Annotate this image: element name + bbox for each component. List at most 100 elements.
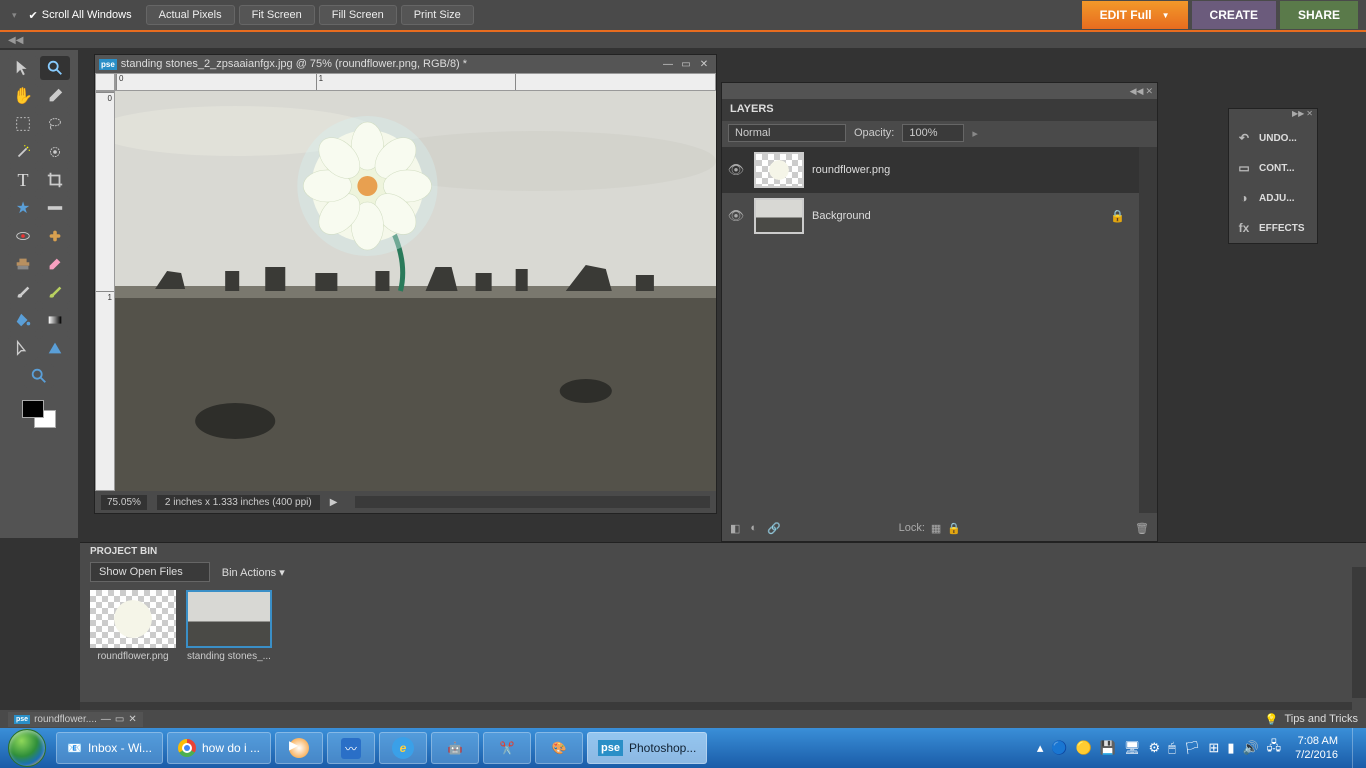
content-tab[interactable]: ▭CONT... bbox=[1229, 153, 1317, 183]
layer-row[interactable]: 👁 Background 🔒 bbox=[722, 193, 1139, 239]
ruler-origin[interactable] bbox=[95, 73, 115, 91]
start-button[interactable] bbox=[0, 728, 54, 768]
canvas[interactable] bbox=[115, 91, 716, 491]
create-button[interactable]: CREATE bbox=[1192, 1, 1276, 29]
visibility-icon[interactable]: 👁 bbox=[726, 162, 746, 178]
visibility-icon[interactable]: 👁 bbox=[726, 208, 746, 224]
smart-brush-tool[interactable] bbox=[40, 280, 70, 304]
taskbar-item-chrome[interactable]: how do i ... bbox=[167, 732, 271, 764]
close-icon[interactable]: ✕ bbox=[696, 57, 712, 71]
lock-transparent-icon[interactable]: ▦ bbox=[931, 522, 941, 535]
share-button[interactable]: SHARE bbox=[1280, 1, 1358, 29]
lasso-tool[interactable] bbox=[40, 112, 70, 136]
shape-select-tool[interactable] bbox=[8, 336, 38, 360]
taskbar-item-app2[interactable]: 🤖 bbox=[431, 732, 479, 764]
eraser-tool[interactable] bbox=[40, 252, 70, 276]
minimized-doc-tab[interactable]: pseroundflower.... — ▭ ✕ bbox=[8, 712, 143, 727]
taskbar-item-snip[interactable]: ✂️ bbox=[483, 732, 531, 764]
taskbar-item-photoshop[interactable]: psePhotoshop... bbox=[587, 732, 707, 764]
bin-vertical-scrollbar[interactable] bbox=[1352, 567, 1366, 698]
edit-full-button[interactable]: EDIT Full▼ bbox=[1082, 1, 1188, 29]
shape-tool[interactable] bbox=[40, 336, 70, 360]
options-menu-arrow[interactable]: ▾ bbox=[8, 10, 21, 21]
show-desktop-button[interactable] bbox=[1352, 728, 1366, 768]
undo-history-tab[interactable]: ↶UNDO... bbox=[1229, 123, 1317, 153]
healing-brush-tool[interactable] bbox=[40, 224, 70, 248]
opacity-menu-icon[interactable]: ▸ bbox=[972, 127, 978, 140]
opacity-field[interactable]: 100% bbox=[902, 124, 964, 142]
taskbar-item-outlook[interactable]: 📧Inbox - Wi... bbox=[56, 732, 163, 764]
resize-handle-icon[interactable] bbox=[1145, 529, 1157, 541]
taskbar-item-app1[interactable]: 〰 bbox=[327, 732, 375, 764]
close-icon[interactable]: ✕ bbox=[128, 714, 136, 725]
bin-thumbnail[interactable]: standing stones_... bbox=[186, 590, 272, 662]
actual-pixels-button[interactable]: Actual Pixels bbox=[146, 5, 235, 25]
restore-icon[interactable]: ▭ bbox=[115, 714, 124, 725]
quick-selection-tool[interactable] bbox=[40, 140, 70, 164]
layers-scrollbar[interactable] bbox=[1139, 147, 1157, 513]
gradient-tool[interactable] bbox=[40, 308, 70, 332]
hand-tool[interactable]: ✋ bbox=[8, 84, 38, 108]
tray-icon[interactable]: 🟡 bbox=[1076, 740, 1092, 756]
panel-expand-icon[interactable]: ▶▶ bbox=[1292, 109, 1304, 123]
tray-flag-icon[interactable]: 🏳 bbox=[1184, 740, 1201, 756]
layer-name[interactable]: Background bbox=[812, 210, 1102, 222]
tray-volume-icon[interactable]: 🔊 bbox=[1242, 740, 1258, 756]
panel-close-icon[interactable]: ✕ bbox=[1306, 109, 1313, 123]
tray-icon[interactable]: 🖥 bbox=[1124, 740, 1141, 756]
doc-info[interactable]: 2 inches x 1.333 inches (400 ppi) bbox=[157, 495, 320, 510]
clone-stamp-tool[interactable] bbox=[8, 252, 38, 276]
scroll-all-checkbox[interactable]: ✔ Scroll All Windows bbox=[25, 9, 142, 22]
move-tool[interactable] bbox=[8, 56, 38, 80]
layer-thumbnail[interactable] bbox=[754, 152, 804, 188]
tray-network-icon[interactable]: 🖧 bbox=[1267, 737, 1282, 759]
straighten-tool[interactable] bbox=[40, 196, 70, 220]
foreground-color[interactable] bbox=[22, 400, 44, 418]
min-icon[interactable]: — bbox=[101, 714, 111, 725]
document-titlebar[interactable]: pse standing stones_2_zpsaaianfgx.jpg @ … bbox=[95, 55, 716, 73]
color-picker[interactable] bbox=[22, 400, 56, 428]
vertical-ruler[interactable]: 01 bbox=[95, 91, 115, 491]
taskbar-item-media-player[interactable]: ▶ bbox=[275, 732, 323, 764]
adjustment-layer-icon[interactable]: ◐ bbox=[750, 522, 757, 534]
zoom-field[interactable]: 75.05% bbox=[101, 495, 147, 510]
arrange-left-icon[interactable]: ◀◀ bbox=[8, 35, 23, 46]
new-layer-icon[interactable]: ◧ bbox=[730, 522, 740, 535]
tips-and-tricks[interactable]: 💡Tips and Tricks bbox=[1265, 713, 1358, 726]
taskbar-clock[interactable]: 7:08 AM7/2/2016 bbox=[1289, 734, 1344, 762]
tray-expand-icon[interactable]: ▴ bbox=[1037, 740, 1044, 756]
effects-tab[interactable]: fxEFFECTS bbox=[1229, 213, 1317, 243]
bin-thumbnail[interactable]: roundflower.png bbox=[90, 590, 176, 662]
tray-icon[interactable]: ⚙ bbox=[1148, 740, 1160, 756]
tray-battery-icon[interactable]: ▮ bbox=[1227, 740, 1234, 756]
minimize-icon[interactable]: — bbox=[660, 57, 676, 71]
crop-tool[interactable] bbox=[40, 168, 70, 192]
panel-close-icon[interactable]: ✕ bbox=[1145, 86, 1153, 97]
redeye-tool[interactable] bbox=[8, 224, 38, 248]
horizontal-ruler[interactable]: 01 bbox=[115, 73, 716, 91]
paint-bucket-tool[interactable] bbox=[8, 308, 38, 332]
lock-all-icon[interactable]: 🔒 bbox=[947, 522, 961, 535]
info-menu-icon[interactable]: ▶ bbox=[330, 497, 338, 508]
taskbar-item-ie[interactable]: e bbox=[379, 732, 427, 764]
type-tool[interactable]: T bbox=[8, 168, 38, 192]
tray-icon[interactable]: 🔵 bbox=[1051, 740, 1067, 756]
taskbar-item-paint[interactable]: 🎨 bbox=[535, 732, 583, 764]
cookie-cutter-tool[interactable]: ★ bbox=[8, 196, 38, 220]
fit-screen-button[interactable]: Fit Screen bbox=[239, 5, 315, 25]
print-size-button[interactable]: Print Size bbox=[401, 5, 474, 25]
fill-screen-button[interactable]: Fill Screen bbox=[319, 5, 397, 25]
brush-tool[interactable] bbox=[8, 280, 38, 304]
bin-actions-menu[interactable]: Bin Actions ▾ bbox=[222, 566, 285, 579]
marquee-tool[interactable] bbox=[8, 112, 38, 136]
blend-mode-select[interactable]: Normal bbox=[728, 124, 846, 142]
layer-row[interactable]: 👁 roundflower.png bbox=[722, 147, 1139, 193]
tray-icon[interactable]: 🖱 bbox=[1168, 740, 1176, 756]
maximize-icon[interactable]: ▭ bbox=[678, 57, 694, 71]
tray-window-icon[interactable]: ⊞ bbox=[1208, 740, 1219, 756]
link-layers-icon[interactable]: 🔗 bbox=[767, 522, 781, 535]
layer-name[interactable]: roundflower.png bbox=[812, 164, 1135, 176]
horizontal-scrollbar[interactable] bbox=[355, 496, 710, 508]
magic-wand-tool[interactable] bbox=[8, 140, 38, 164]
zoom-tool[interactable] bbox=[40, 56, 70, 80]
